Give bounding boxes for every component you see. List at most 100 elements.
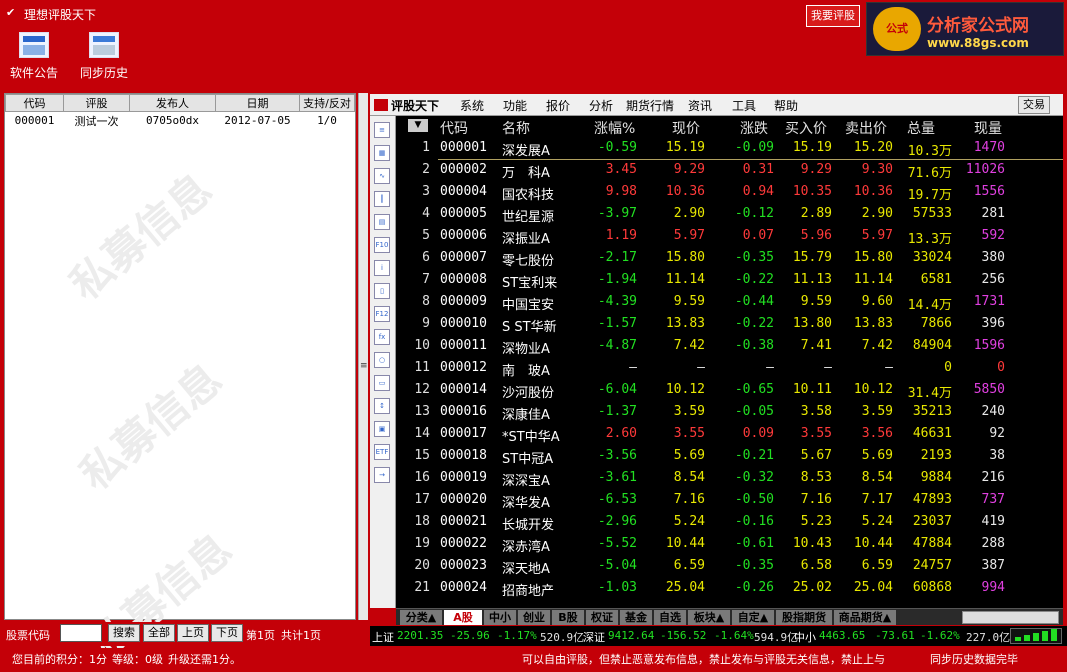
tab-7[interactable]: 自选: [654, 610, 686, 625]
exit-icon[interactable]: →: [374, 467, 390, 483]
menu-quote[interactable]: 报价: [546, 97, 570, 114]
col-publisher[interactable]: 发布人: [129, 94, 216, 112]
table-row[interactable]: 12 000014 沙河股份 -6.04 10.12 -0.65 10.11 10.12 31.…: [396, 380, 1063, 402]
cell-lastvol: 256: [981, 272, 1005, 287]
table-row[interactable]: 10 000011 深物业A -4.87 7.42 -0.38 7.41 7.42 84904 1…: [396, 336, 1063, 358]
hd-name[interactable]: 名称: [502, 118, 530, 138]
table-row[interactable]: 21 000024 招商地产 -1.03 25.04 -0.26 25.02 25.04 608…: [396, 578, 1063, 600]
cell-price: 3.59: [673, 404, 705, 419]
table-row[interactable]: 7 000008 ST宝利来 -1.94 11.14 -0.22 11.13 11.14 658…: [396, 270, 1063, 292]
table-row[interactable]: 8 000009 中国宝安 -4.39 9.59 -0.44 9.59 9.60 14.4万 17…: [396, 292, 1063, 314]
trade-button[interactable]: 交易: [1018, 96, 1050, 114]
quote-icon[interactable]: ≡: [374, 122, 390, 138]
table-icon[interactable]: ▦: [374, 145, 390, 161]
cell-code: 000019: [440, 470, 487, 485]
f10-icon[interactable]: F10: [374, 237, 390, 253]
tab-0[interactable]: 分类▲: [400, 610, 442, 625]
cell-code: 000004: [440, 184, 487, 199]
software-notice-button[interactable]: 软件公告: [4, 32, 64, 88]
tab-10[interactable]: 股指期货: [776, 610, 832, 625]
menu-futures[interactable]: 期货行情: [626, 97, 674, 114]
cell-pct: -3.61: [597, 470, 637, 485]
formula-icon[interactable]: fx: [374, 329, 390, 345]
sync-history-button[interactable]: 同步历史: [74, 32, 134, 88]
col-code[interactable]: 代码: [5, 94, 64, 112]
grid-icon[interactable]: ▣: [374, 421, 390, 437]
col-support[interactable]: 支持/反对: [299, 94, 355, 112]
cell-index: 17: [414, 492, 430, 507]
table-row[interactable]: 5 000006 深振业A 1.19 5.97 0.07 5.96 5.97 13.3万 592: [396, 226, 1063, 248]
menu-analysis[interactable]: 分析: [589, 97, 613, 114]
menu-help[interactable]: 帮助: [774, 97, 798, 114]
table-row[interactable]: 4 000005 世纪星源 -3.97 2.90 -0.12 2.89 2.90 57533 28…: [396, 204, 1063, 226]
cell-lastvol: 11026: [965, 162, 1005, 177]
table-row[interactable]: 14 000017 *ST中华A 2.60 3.55 0.09 3.55 3.56 46631 9…: [396, 424, 1063, 446]
hd-bid[interactable]: 买入价: [785, 118, 827, 138]
tab-6[interactable]: 基金: [620, 610, 652, 625]
table-row[interactable]: 1 000001 深发展A -0.59 15.19 -0.09 15.19 15.20 10.3…: [396, 138, 1063, 160]
kline-icon[interactable]: ┃: [374, 191, 390, 207]
horizontal-scrollbar[interactable]: [962, 611, 1059, 624]
menu-tools[interactable]: 工具: [732, 97, 756, 114]
table-row[interactable]: 2 000002 万 科A 3.45 9.29 0.31 9.29 9.30 71.6万 1102…: [396, 160, 1063, 182]
next-page-button[interactable]: 下页: [211, 624, 243, 642]
hd-last[interactable]: 现量: [974, 118, 1002, 138]
tab-1[interactable]: A股: [444, 610, 482, 625]
menu-news[interactable]: 资讯: [688, 97, 712, 114]
cell-lastvol: 240: [981, 404, 1005, 419]
table-row[interactable]: 11 000012 南 玻A — — — — —0 0: [396, 358, 1063, 380]
tab-4[interactable]: B股: [552, 610, 584, 625]
brand-menu[interactable]: 评股天下: [374, 97, 439, 114]
hd-chg[interactable]: 涨跌: [740, 118, 768, 138]
cell-price: —: [697, 360, 705, 375]
f12-icon[interactable]: F12: [374, 306, 390, 322]
tab-11[interactable]: 商品期货▲: [834, 610, 896, 625]
table-row[interactable]: 20 000023 深天地A -5.04 6.59 -0.35 6.58 6.59 24757 3…: [396, 556, 1063, 578]
stock-code-input[interactable]: [60, 624, 102, 642]
prev-page-button[interactable]: 上页: [177, 624, 209, 642]
table-row[interactable]: 6 000007 零七股份 -2.17 15.80 -0.35 15.79 15.80 3302…: [396, 248, 1063, 270]
table-row[interactable]: 17 000020 深华发A -6.53 7.16 -0.50 7.16 7.17 47893 7…: [396, 490, 1063, 512]
all-button[interactable]: 全部: [143, 624, 175, 642]
cell-price: 3.55: [673, 426, 705, 441]
table-row[interactable]: 18 000021 长城开发 -2.96 5.24 -0.16 5.23 5.24 23037 4…: [396, 512, 1063, 534]
table-row[interactable]: 19 000022 深赤湾A -5.52 10.44 -0.61 10.43 10.44 478…: [396, 534, 1063, 556]
table-row[interactable]: 3 000004 国农科技 9.98 10.36 0.94 10.35 10.36 19.7万 1…: [396, 182, 1063, 204]
zx-amount: 227.0亿: [966, 631, 1011, 644]
col-rating[interactable]: 评股: [63, 94, 130, 112]
table-row[interactable]: 9 000010 S ST华新 -1.57 13.83 -0.22 13.80 13.83 78…: [396, 314, 1063, 336]
tab-5[interactable]: 权证: [586, 610, 618, 625]
panel-splitter[interactable]: ≡: [358, 93, 368, 620]
hd-code[interactable]: 代码: [440, 118, 468, 138]
chart-icon[interactable]: ∿: [374, 168, 390, 184]
menu-function[interactable]: 功能: [503, 97, 527, 114]
folder-icon[interactable]: ▭: [374, 375, 390, 391]
cell-name: 深深宝A: [502, 474, 550, 489]
up-down-icon[interactable]: ↕: [374, 398, 390, 414]
hd-pct[interactable]: 涨幅%: [594, 118, 635, 138]
hd-ask[interactable]: 卖出价: [845, 118, 887, 138]
etf-icon[interactable]: ETF: [374, 444, 390, 460]
hd-price[interactable]: 现价: [672, 118, 700, 138]
hd-volume[interactable]: 总量: [907, 118, 935, 138]
search-icon[interactable]: ○: [374, 352, 390, 368]
table-row[interactable]: 16 000019 深深宝A -3.61 8.54 -0.32 8.53 8.54 9884 21…: [396, 468, 1063, 490]
table-row[interactable]: 000001 测试一次 0705o0dx 2012-07-05 1/0: [5, 111, 355, 130]
cell-index: 3: [422, 184, 430, 199]
tab-8[interactable]: 板块▲: [688, 610, 730, 625]
cell-index: 21: [414, 580, 430, 595]
brand-icon: [374, 99, 388, 111]
tab-3[interactable]: 创业: [518, 610, 550, 625]
col-date[interactable]: 日期: [215, 94, 300, 112]
menu-system[interactable]: 系统: [460, 97, 484, 114]
tab-9[interactable]: 自定▲: [732, 610, 774, 625]
notebook-icon[interactable]: ▯: [374, 283, 390, 299]
search-button[interactable]: 搜索: [108, 624, 140, 642]
table-row[interactable]: 15 000018 ST中冠A -3.56 5.69 -0.21 5.67 5.69 2193 3…: [396, 446, 1063, 468]
sort-menu-icon[interactable]: ▼: [408, 119, 428, 132]
tab-2[interactable]: 中小: [484, 610, 516, 625]
rate-stock-button[interactable]: 我要评股: [806, 5, 860, 27]
info-icon[interactable]: i: [374, 260, 390, 276]
report-icon[interactable]: ▤: [374, 214, 390, 230]
table-row[interactable]: 13 000016 深康佳A -1.37 3.59 -0.05 3.58 3.59 35213 2…: [396, 402, 1063, 424]
